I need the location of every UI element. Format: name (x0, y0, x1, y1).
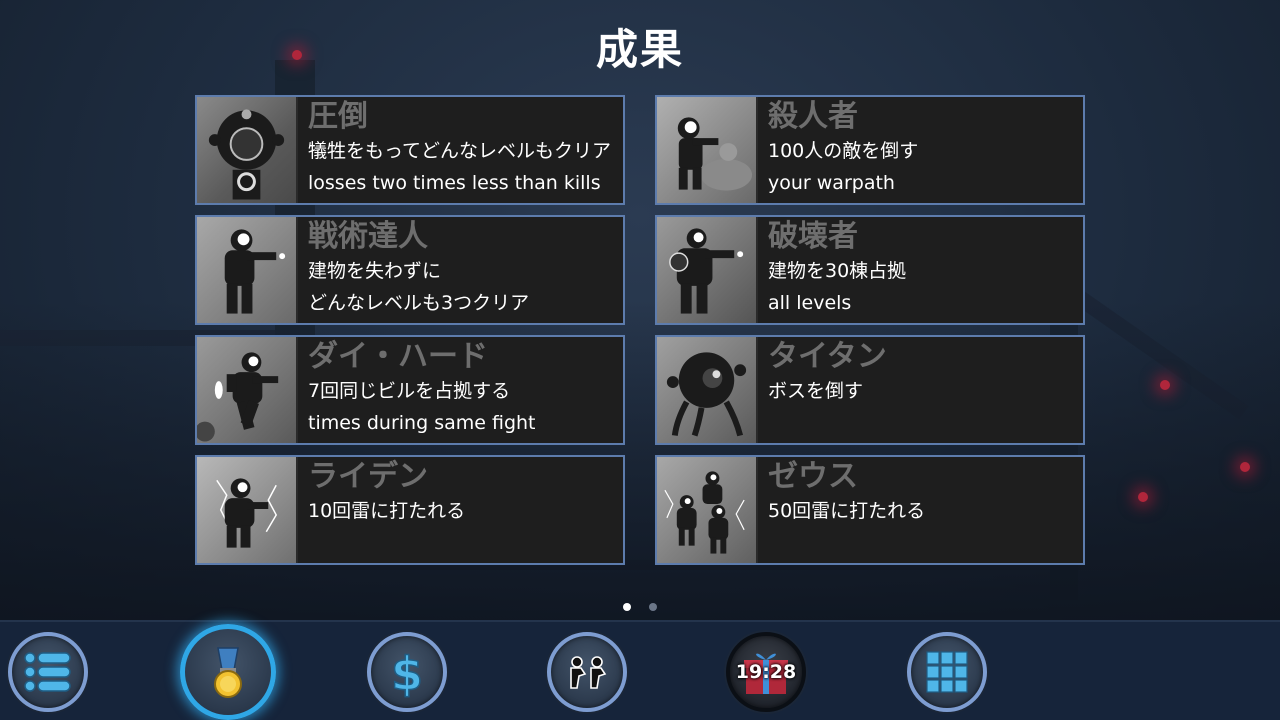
achievement-name: タイタン (768, 339, 887, 374)
page-dot-1[interactable] (623, 603, 632, 611)
page-dot-2[interactable] (648, 603, 657, 611)
achievement-card[interactable]: ゼウス 50回雷に打たれる (655, 455, 1085, 565)
achievement-description: 7回同じビルを占拠する (308, 380, 511, 402)
grid-icon (926, 651, 968, 693)
titan-icon (657, 337, 758, 443)
achievement-description: your warpath (768, 172, 895, 194)
achievement-name: 圧倒 (308, 99, 368, 134)
achievement-description: 建物を失わずに (308, 260, 442, 282)
achievements-grid: 圧倒 犠牲をもってどんなレベルもクリア losses two times les… (195, 95, 1085, 565)
gift-button[interactable]: 19:28 (726, 632, 806, 712)
svg-text:$: $ (391, 647, 423, 700)
achievement-description: どんなレベルも3つクリア (308, 292, 530, 314)
achievement-card[interactable]: タイタン ボスを倒す (655, 335, 1085, 445)
zeus-icon (657, 457, 758, 563)
soldiers-button[interactable] (547, 632, 627, 712)
die-hard-icon (197, 337, 298, 443)
achievement-description: 50回雷に打たれる (768, 500, 926, 522)
achievement-name: 戦術達人 (308, 219, 428, 254)
gift-timer: 19:28 (735, 661, 797, 683)
achievement-card[interactable]: 圧倒 犠牲をもってどんなレベルもクリア losses two times les… (195, 95, 625, 205)
achievement-name: ダイ・ハード (308, 339, 488, 374)
overwhelm-icon (197, 97, 298, 203)
medal-icon (214, 647, 242, 698)
achievement-description: times during same fight (308, 412, 536, 434)
destroyer-icon (657, 217, 758, 323)
page-indicator (0, 596, 1280, 615)
achievements-button[interactable] (180, 624, 276, 720)
achievement-description: losses two times less than kills (308, 172, 601, 194)
achievement-name: ライデン (308, 459, 428, 494)
shop-button[interactable]: $ (367, 632, 447, 712)
achievement-card[interactable]: 殺人者 100人の敵を倒す your warpath (655, 95, 1085, 205)
bottom-nav: $ 19:28 (0, 620, 1280, 720)
achievement-card[interactable]: 破壊者 建物を30棟占拠 all levels (655, 215, 1085, 325)
dollar-icon: $ (390, 646, 424, 700)
levels-button[interactable] (907, 632, 987, 712)
page-title: 成果 (595, 25, 684, 74)
soldiers-icon (570, 656, 607, 689)
achievement-description: 建物を30棟占拠 (768, 260, 907, 282)
raiden-icon (197, 457, 298, 563)
achievement-name: ゼウス (768, 459, 858, 494)
achievement-description: 10回雷に打たれる (308, 500, 466, 522)
achievement-name: 殺人者 (768, 99, 858, 134)
achievement-description: 犠牲をもってどんなレベルもクリア (308, 140, 612, 162)
achievement-card[interactable]: ライデン 10回雷に打たれる (195, 455, 625, 565)
tactician-icon (197, 217, 298, 323)
killer-icon (657, 97, 758, 203)
list-menu-icon (24, 652, 71, 692)
achievement-description: 100人の敵を倒す (768, 140, 919, 162)
achievement-description: ボスを倒す (768, 380, 864, 402)
menu-button[interactable] (8, 632, 88, 712)
achievement-name: 破壊者 (768, 219, 858, 254)
achievement-description: all levels (768, 292, 852, 314)
achievement-card[interactable]: ダイ・ハード 7回同じビルを占拠する times during same fig… (195, 335, 625, 445)
achievement-card[interactable]: 戦術達人 建物を失わずに どんなレベルも3つクリア (195, 215, 625, 325)
